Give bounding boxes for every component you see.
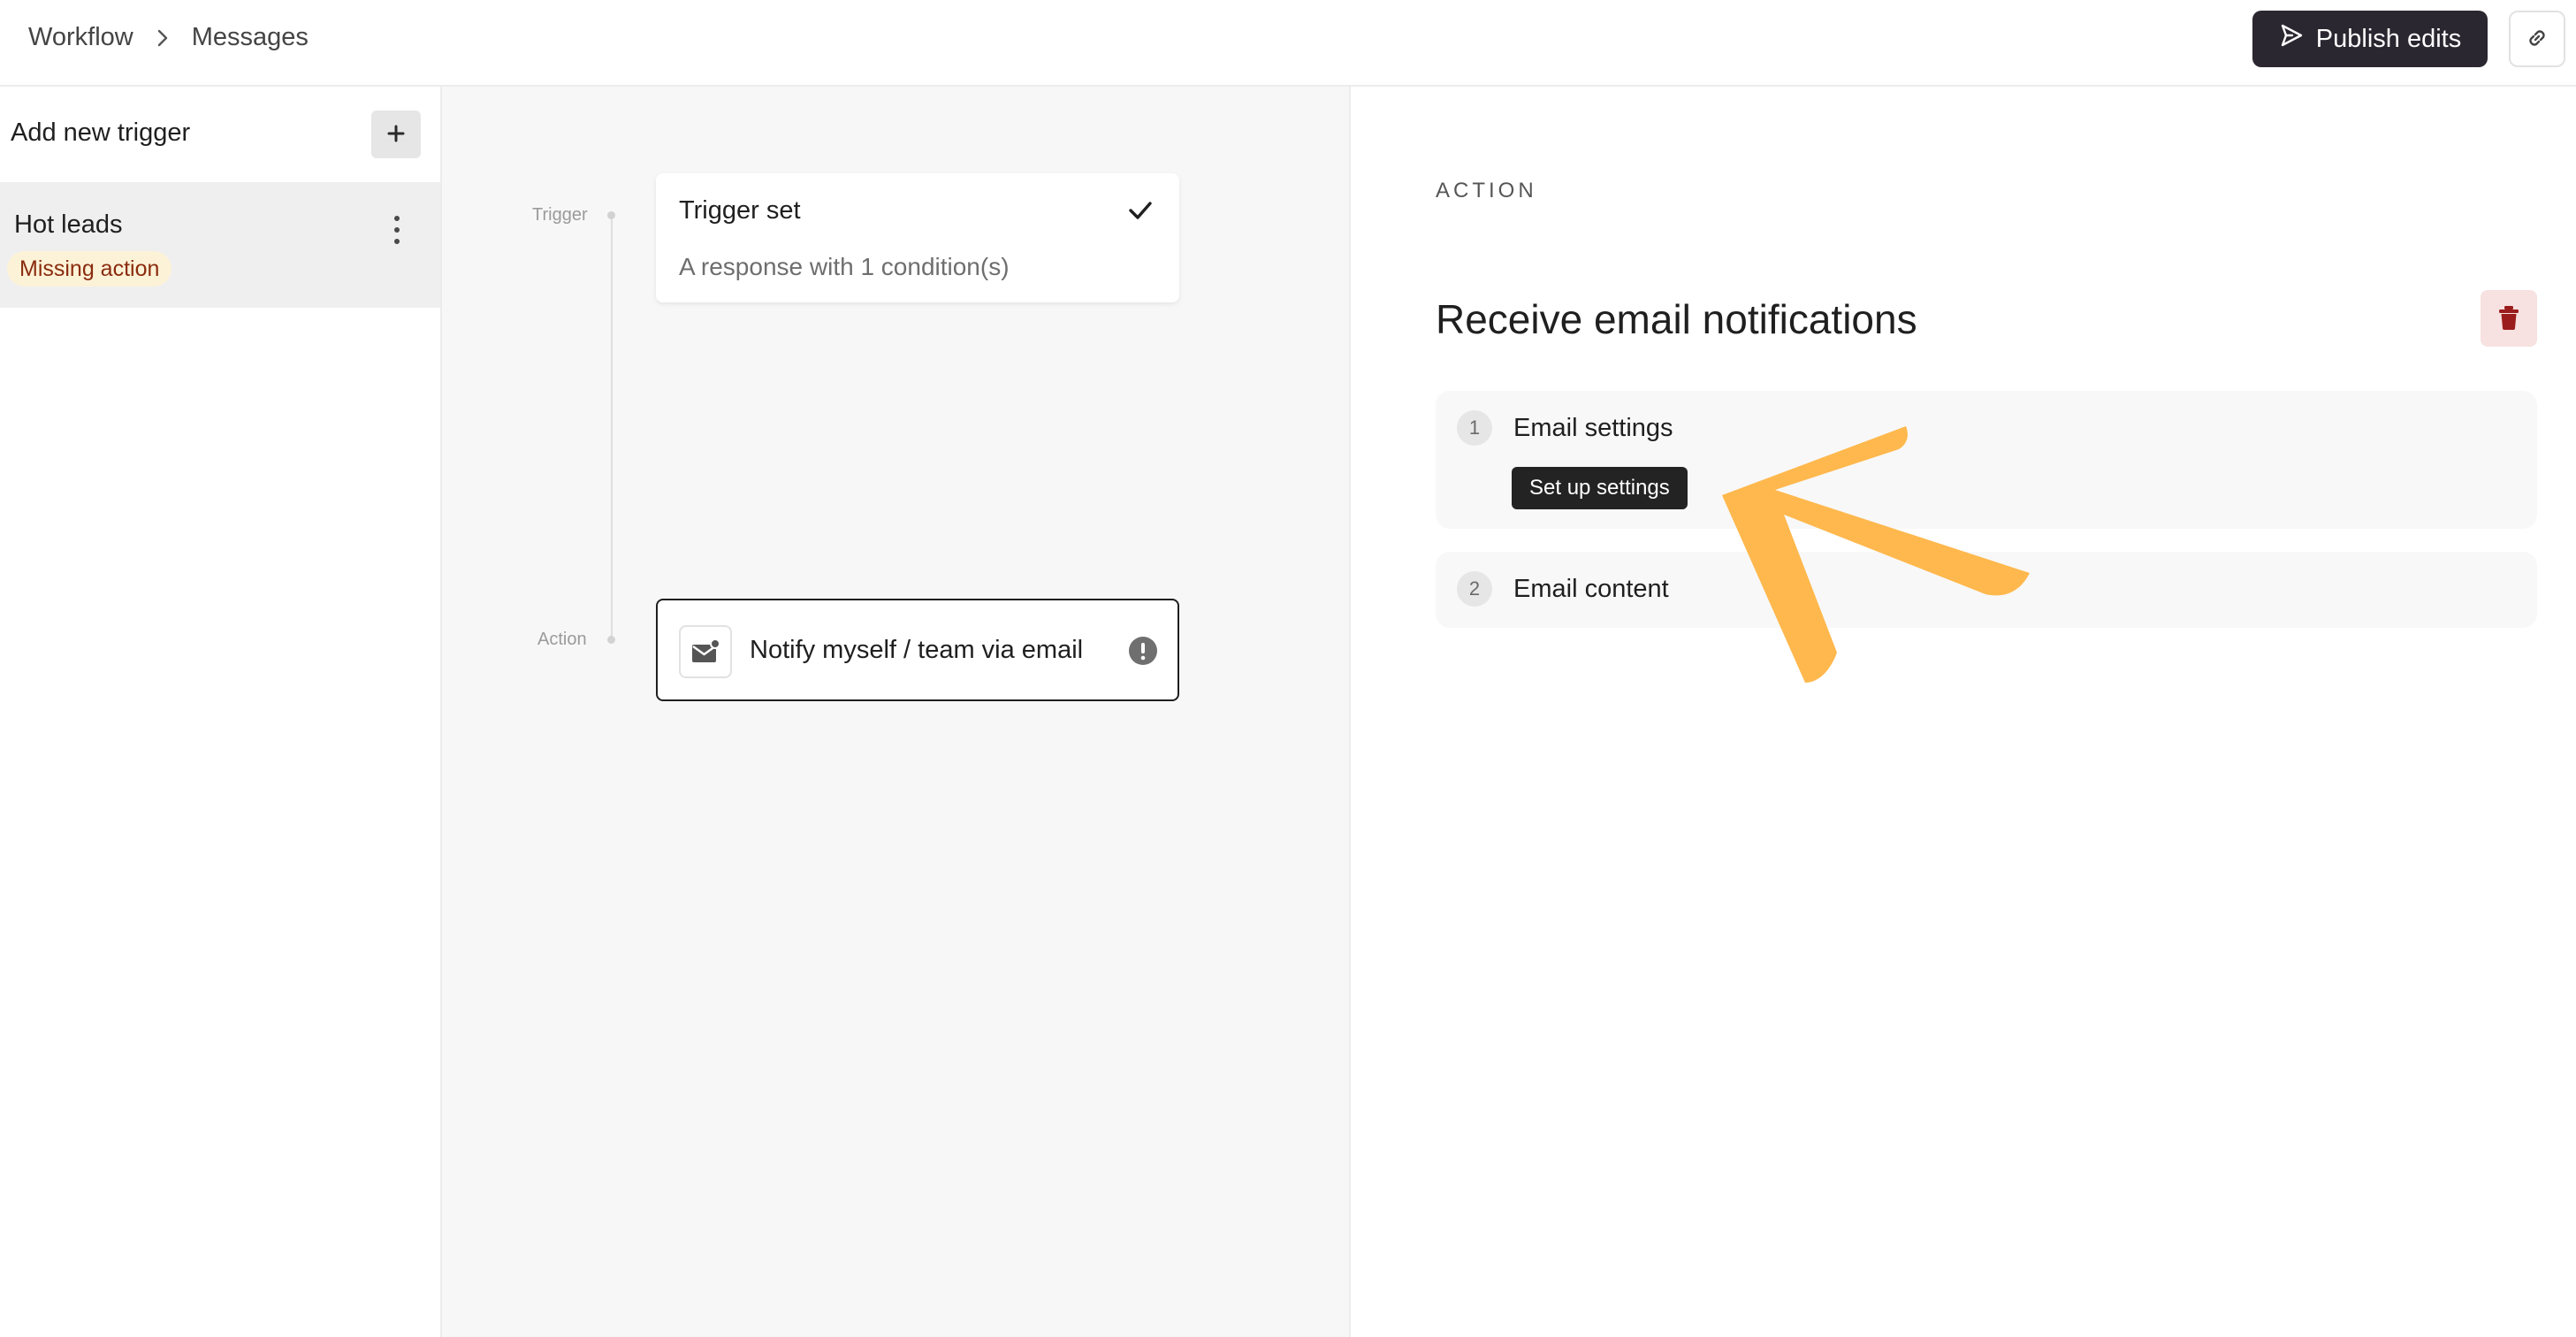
checkmark-icon [1126,196,1155,225]
add-trigger-label: Add new trigger [11,118,191,147]
top-header: Workflow Messages Publish edits [0,0,2576,87]
action-node-label: Action [537,630,587,649]
action-node-dot [607,636,615,644]
trigger-card-subtitle: A response with 1 condition(s) [679,253,1010,280]
trigger-node-dot [607,211,615,219]
copy-link-button[interactable] [2509,11,2565,67]
set-up-settings-button[interactable]: Set up settings [1512,467,1688,509]
chevron-right-icon [153,28,172,48]
action-card[interactable]: Notify myself / team via email [656,599,1179,701]
section-label: ACTION [1436,179,1537,202]
step-title: Email settings [1513,414,1673,442]
trash-icon [2496,304,2521,333]
step-title: Email content [1513,575,1669,603]
step-email-settings: 1 Email settings Set up settings [1436,391,2537,529]
trigger-card[interactable]: Trigger set A response with 1 condition(… [656,173,1179,302]
trigger-card-title: Trigger set [679,196,801,225]
plus-icon [385,123,407,147]
publish-edits-label: Publish edits [2315,24,2462,53]
breadcrumb: Workflow Messages [28,23,309,52]
step-number: 1 [1457,410,1492,446]
send-icon [2279,23,2316,55]
trigger-node-label: Trigger [532,205,588,225]
sidebar-item-hot-leads[interactable]: Hot leads Missing action [0,182,440,308]
link-icon [2524,25,2550,54]
breadcrumb-messages: Messages [191,23,309,51]
add-trigger-row: Add new trigger [0,87,440,182]
trigger-sidebar: Add new trigger Hot leads Missing action [0,87,442,1337]
add-trigger-button[interactable] [371,111,421,158]
step-number: 2 [1457,571,1492,607]
breadcrumb-workflow[interactable]: Workflow [28,23,133,52]
email-notification-icon [679,625,732,678]
action-card-label: Notify myself / team via email [750,636,1084,664]
workflow-canvas: Trigger Action Trigger set A response wi… [442,87,1351,1337]
status-badge: Missing action [7,251,172,286]
timeline-connector [611,216,613,640]
kebab-menu-icon[interactable] [384,212,410,248]
trigger-name: Hot leads [14,210,123,239]
delete-action-button[interactable] [2481,290,2537,347]
step-email-content[interactable]: 2 Email content [1436,552,2537,628]
publish-edits-button[interactable]: Publish edits [2252,11,2488,67]
action-detail-panel: ACTION Receive email notifications 1 Ema… [1351,87,2576,1337]
warning-icon [1128,636,1158,666]
panel-title: Receive email notifications [1436,296,1917,342]
